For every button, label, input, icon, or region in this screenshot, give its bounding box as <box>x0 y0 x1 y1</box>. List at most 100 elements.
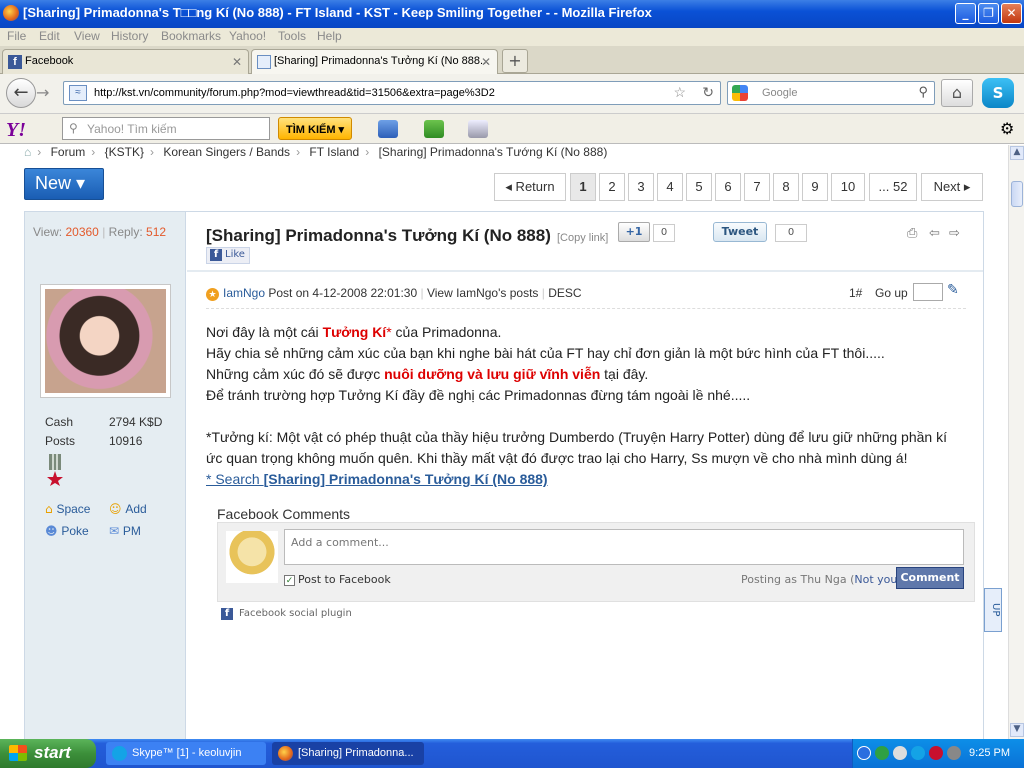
home-button[interactable]: ⌂ <box>941 79 973 107</box>
menu-help[interactable]: Help <box>317 29 342 43</box>
menu-yahoo[interactable]: Yahoo! <box>229 29 266 43</box>
breadcrumb-kstk[interactable]: {KSTK} <box>105 145 144 159</box>
posts-value[interactable]: 10916 <box>109 434 142 448</box>
add-friend-icon: ☺ <box>109 502 122 516</box>
new-thread-button[interactable]: New ▾ <box>24 168 104 200</box>
taskbar-firefox[interactable]: [Sharing] Primadonna... <box>272 742 424 765</box>
next-button[interactable]: Next ▸ <box>921 173 983 201</box>
checkbox-icon[interactable]: ✓ <box>284 575 295 586</box>
new-tab-button[interactable]: + <box>502 49 528 73</box>
security-icon[interactable] <box>929 746 943 760</box>
bookmark-star-icon[interactable]: ☆ <box>673 84 686 101</box>
print-icon[interactable]: ⎙ <box>907 226 917 241</box>
google-plus-button[interactable]: +1 <box>618 222 650 242</box>
page-scrollbar[interactable]: ▲ ▼ <box>1008 145 1024 739</box>
page-1[interactable]: 1 <box>570 173 596 201</box>
return-button[interactable]: ◂ Return <box>494 173 566 201</box>
url-bar[interactable]: ≈ http://kst.vn/community/forum.php?mod=… <box>63 81 721 105</box>
page-7[interactable]: 7 <box>744 173 770 201</box>
start-button[interactable]: start <box>0 739 96 768</box>
reload-icon[interactable]: ↻ <box>702 84 714 101</box>
search-icon[interactable]: ⚲ <box>918 84 928 100</box>
home-icon[interactable]: ⌂ <box>24 145 31 159</box>
facebook-social-plugin[interactable]: f Facebook social plugin <box>221 608 352 620</box>
scroll-up-button[interactable]: UP <box>984 588 1002 632</box>
like-label: Like <box>225 249 245 260</box>
site-identity-icon[interactable]: ≈ <box>69 85 87 101</box>
view-author-posts-link[interactable]: View IamNgo's posts <box>427 286 538 300</box>
close-tab-icon[interactable]: ✕ <box>232 55 242 69</box>
page-tools-icon[interactable] <box>468 120 488 138</box>
page-5[interactable]: 5 <box>686 173 712 201</box>
page-2[interactable]: 2 <box>599 173 625 201</box>
system-tray: 9:25 PM <box>852 739 1024 768</box>
page-4[interactable]: 4 <box>657 173 683 201</box>
tab-bar: f Facebook ✕ [Sharing] Primadonna's Tưởn… <box>0 46 1024 74</box>
page-8[interactable]: 8 <box>773 173 799 201</box>
post-to-facebook-checkbox[interactable]: ✓ Post to Facebook <box>284 573 391 586</box>
scroll-up-arrow-icon[interactable]: ▲ <box>1010 146 1024 160</box>
poke-link[interactable]: ☻ Poke <box>45 524 89 538</box>
comment-input[interactable]: Add a comment... <box>284 529 964 565</box>
yahoo-search-input[interactable]: ⚲ Yahoo! Tìm kiếm <box>62 117 270 140</box>
breadcrumb-korean-singers[interactable]: Korean Singers / Bands <box>163 145 290 159</box>
add-friend-link[interactable]: ☺ Add <box>109 502 147 516</box>
yahoo-search-button[interactable]: TÌM KIẾM ▾ <box>278 117 352 140</box>
menu-view[interactable]: View <box>74 29 100 43</box>
breadcrumb-ft-island[interactable]: FT Island <box>309 145 359 159</box>
close-tab-icon[interactable]: ✕ <box>481 55 491 69</box>
search-bar[interactable]: Google ⚲ <box>727 81 935 105</box>
next-thread-icon[interactable]: ⇨ <box>949 226 960 241</box>
space-link[interactable]: ⌂ Space <box>45 502 90 516</box>
menu-edit[interactable]: Edit <box>39 29 60 43</box>
volume-icon[interactable] <box>947 746 961 760</box>
skype-icon[interactable]: S <box>982 78 1014 108</box>
menu-history[interactable]: History <box>111 29 148 43</box>
author-link[interactable]: IamNgo <box>223 286 265 300</box>
gear-icon[interactable]: ⚙ <box>1000 119 1014 138</box>
scroll-down-arrow-icon[interactable]: ▼ <box>1010 723 1024 737</box>
avatar[interactable] <box>40 284 171 398</box>
breadcrumb-forum[interactable]: Forum <box>51 145 86 159</box>
previous-thread-icon[interactable]: ⇦ <box>929 226 940 241</box>
restore-button[interactable]: ❐ <box>978 3 999 24</box>
messenger-icon[interactable] <box>424 120 444 138</box>
online-star-icon: ★ <box>206 288 219 301</box>
breadcrumb-thread[interactable]: [Sharing] Primadonna's Tướng Kí (No 888) <box>379 145 608 159</box>
close-button[interactable]: ✕ <box>1001 3 1022 24</box>
page-3[interactable]: 3 <box>628 173 654 201</box>
google-icon[interactable] <box>732 85 748 101</box>
back-button[interactable]: ← <box>6 78 36 108</box>
skype-tray-icon[interactable] <box>911 746 925 760</box>
comment-button[interactable]: Comment <box>896 567 964 589</box>
pm-link[interactable]: ✉ PM <box>109 524 141 538</box>
facebook-like-button[interactable]: f Like <box>206 247 250 264</box>
forward-button[interactable]: → <box>36 83 49 102</box>
page-last[interactable]: ... 52 <box>869 173 917 201</box>
desc-link[interactable]: DESC <box>548 286 581 300</box>
menu-bookmarks[interactable]: Bookmarks <box>161 29 221 43</box>
utorrent-icon[interactable] <box>875 746 889 760</box>
yahoo-logo[interactable]: Y! <box>6 119 26 142</box>
reply-count: 512 <box>146 225 167 239</box>
scrollbar-thumb[interactable] <box>1011 181 1023 207</box>
page-6[interactable]: 6 <box>715 173 741 201</box>
tab-facebook[interactable]: f Facebook ✕ <box>2 49 249 74</box>
tweet-button[interactable]: Tweet <box>713 222 767 242</box>
tab-sharing[interactable]: [Sharing] Primadonna's Tưởng Kí (No 888.… <box>251 49 498 74</box>
tray-app-icon[interactable] <box>893 746 907 760</box>
go-up-pen-icon[interactable]: ✎ <box>947 282 959 298</box>
mail-icon[interactable] <box>378 120 398 138</box>
copy-link[interactable]: [Copy link] <box>557 232 608 244</box>
window-title-bar[interactable]: [Sharing] Primadonna's T□□ng Kí (No 888)… <box>0 0 1024 28</box>
menu-file[interactable]: File <box>7 29 26 43</box>
menu-tools[interactable]: Tools <box>278 29 306 43</box>
page-10[interactable]: 10 <box>831 173 865 201</box>
minimize-button[interactable]: _ <box>955 3 976 24</box>
search-link[interactable]: * Search [Sharing] Primadonna's Tưởng Kí… <box>206 471 548 487</box>
taskbar-skype[interactable]: Skype™ [1] - keoluvjin <box>106 742 266 765</box>
tweet-count: 0 <box>775 224 807 242</box>
go-up-input[interactable] <box>913 283 943 301</box>
tray-expand-icon[interactable] <box>857 746 871 760</box>
page-9[interactable]: 9 <box>802 173 828 201</box>
